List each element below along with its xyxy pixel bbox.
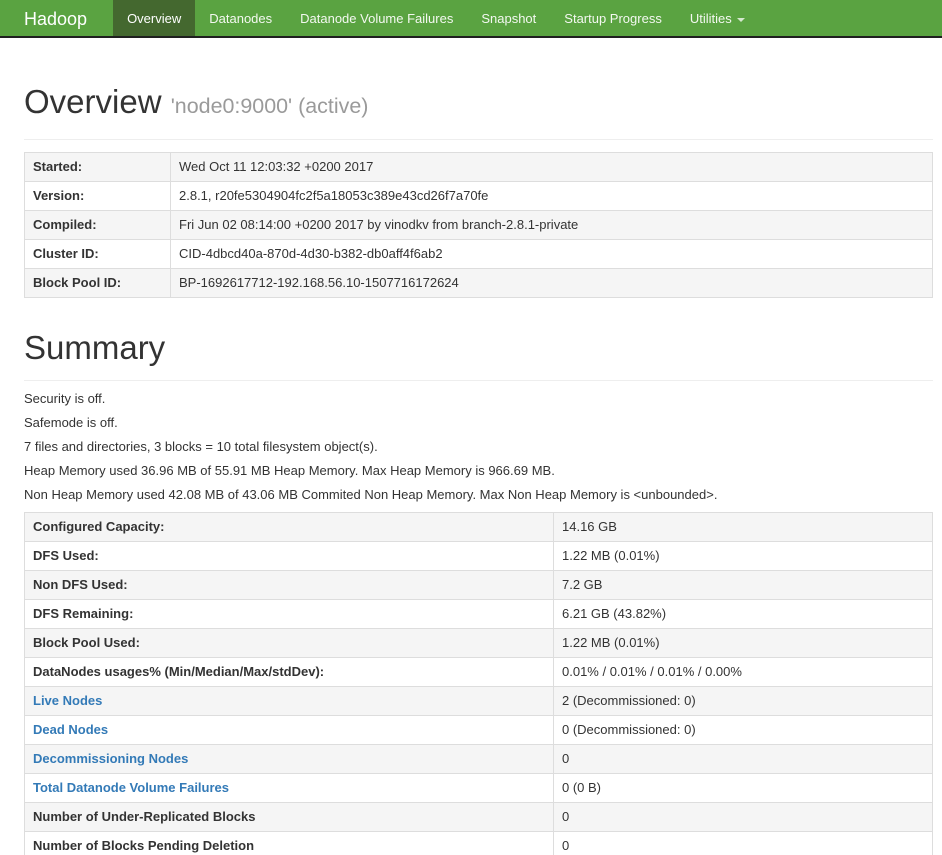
decommissioning-nodes-link[interactable]: Decommissioning Nodes <box>33 751 188 766</box>
row-label: Version: <box>24 181 171 211</box>
row-label: Block Pool Used: <box>24 628 554 658</box>
table-row: Compiled: Fri Jun 02 08:14:00 +0200 2017… <box>24 210 933 240</box>
security-status-text: Security is off. <box>24 391 106 406</box>
safemode-status-text: Safemode is off. <box>24 415 118 430</box>
row-label: Configured Capacity: <box>24 512 554 542</box>
dead-nodes-link[interactable]: Dead Nodes <box>33 722 108 737</box>
row-value: 0 <box>553 744 933 774</box>
nav-items: Overview Datanodes Datanode Volume Failu… <box>113 0 759 36</box>
row-label: DFS Remaining: <box>24 599 554 629</box>
row-value: 0.01% / 0.01% / 0.01% / 0.00% <box>553 657 933 687</box>
table-row: Live Nodes 2 (Decommissioned: 0) <box>24 686 933 716</box>
table-row: Dead Nodes 0 (Decommissioned: 0) <box>24 715 933 745</box>
live-nodes-link[interactable]: Live Nodes <box>33 693 102 708</box>
row-value: 0 <box>553 802 933 832</box>
row-value: 6.21 GB (43.82%) <box>553 599 933 629</box>
row-value: Fri Jun 02 08:14:00 +0200 2017 by vinodk… <box>170 210 933 240</box>
row-value: 7.2 GB <box>553 570 933 600</box>
overview-table: Started: Wed Oct 11 12:03:32 +0200 2017 … <box>24 152 933 298</box>
table-row: Block Pool ID: BP-1692617712-192.168.56.… <box>24 268 933 298</box>
nav-tab-snapshot[interactable]: Snapshot <box>467 0 550 36</box>
table-row: DFS Remaining: 6.21 GB (43.82%) <box>24 599 933 629</box>
table-row: Cluster ID: CID-4dbcd40a-870d-4d30-b382-… <box>24 239 933 269</box>
divider <box>24 139 933 140</box>
table-row: Started: Wed Oct 11 12:03:32 +0200 2017 <box>24 152 933 182</box>
table-row: DFS Used: 1.22 MB (0.01%) <box>24 541 933 571</box>
table-row: Number of Under-Replicated Blocks 0 <box>24 802 933 832</box>
table-row: Configured Capacity: 14.16 GB <box>24 512 933 542</box>
summary-title: Summary <box>24 329 166 366</box>
row-value: Wed Oct 11 12:03:32 +0200 2017 <box>170 152 933 182</box>
row-label: Dead Nodes <box>24 715 554 745</box>
row-value: 0 (0 B) <box>553 773 933 803</box>
row-label: Decommissioning Nodes <box>24 744 554 774</box>
row-value: BP-1692617712-192.168.56.10-150771617262… <box>170 268 933 298</box>
utilities-label: Utilities <box>689 11 732 26</box>
heap-memory-text: Heap Memory used 36.96 MB of 55.91 MB He… <box>24 463 555 478</box>
row-label: Total Datanode Volume Failures <box>24 773 554 803</box>
row-label: Cluster ID: <box>24 239 171 269</box>
row-label: Non DFS Used: <box>24 570 554 600</box>
row-label: Live Nodes <box>24 686 554 716</box>
row-value: 1.22 MB (0.01%) <box>553 541 933 571</box>
table-row: Block Pool Used: 1.22 MB (0.01%) <box>24 628 933 658</box>
nav-tab-overview[interactable]: Overview <box>113 0 196 36</box>
page-title: Overview 'node0:9000' (active) <box>24 84 933 124</box>
overview-title-text: Overview <box>24 83 162 120</box>
table-row: Number of Blocks Pending Deletion 0 <box>24 831 933 855</box>
row-value: 0 (Decommissioned: 0) <box>553 715 933 745</box>
row-value: 14.16 GB <box>553 512 933 542</box>
table-row: Non DFS Used: 7.2 GB <box>24 570 933 600</box>
caret-down-icon <box>736 17 745 22</box>
table-row: Version: 2.8.1, r20fe5304904fc2f5a18053c… <box>24 181 933 211</box>
table-row: Total Datanode Volume Failures 0 (0 B) <box>24 773 933 803</box>
hadoop-brand[interactable]: Hadoop <box>24 0 113 36</box>
table-row: DataNodes usages% (Min/Median/Max/stdDev… <box>24 657 933 687</box>
row-label: DataNodes usages% (Min/Median/Max/stdDev… <box>24 657 554 687</box>
row-value: 1.22 MB (0.01%) <box>553 628 933 658</box>
table-row: Decommissioning Nodes 0 <box>24 744 933 774</box>
row-value: 0 <box>553 831 933 855</box>
namenode-address-subtitle: 'node0:9000' (active) <box>170 94 369 118</box>
nav-dropdown-utilities[interactable]: Utilities <box>676 0 759 36</box>
summary-table: Configured Capacity: 14.16 GB DFS Used: … <box>24 512 933 855</box>
divider <box>24 380 933 381</box>
row-value: 2.8.1, r20fe5304904fc2f5a18053c389e43cd2… <box>170 181 933 211</box>
nav-tab-startup-progress[interactable]: Startup Progress <box>550 0 676 36</box>
row-label: Started: <box>24 152 171 182</box>
row-label: Block Pool ID: <box>24 268 171 298</box>
row-label: Number of Under-Replicated Blocks <box>24 802 554 832</box>
page-content: Overview 'node0:9000' (active) Started: … <box>0 84 942 855</box>
row-label: Number of Blocks Pending Deletion <box>24 831 554 855</box>
row-label: Compiled: <box>24 210 171 240</box>
row-value: 2 (Decommissioned: 0) <box>553 686 933 716</box>
row-value: CID-4dbcd40a-870d-4d30-b382-db0aff4f6ab2 <box>170 239 933 269</box>
top-navbar: Hadoop Overview Datanodes Datanode Volum… <box>0 0 942 38</box>
total-datanode-volume-failures-link[interactable]: Total Datanode Volume Failures <box>33 780 229 795</box>
non-heap-memory-text: Non Heap Memory used 42.08 MB of 43.06 M… <box>24 487 718 502</box>
row-label: DFS Used: <box>24 541 554 571</box>
nav-tab-datanodes[interactable]: Datanodes <box>195 0 286 36</box>
nav-tab-datanode-volume-failures[interactable]: Datanode Volume Failures <box>286 0 467 36</box>
filesystem-objects-text: 7 files and directories, 3 blocks = 10 t… <box>24 439 378 454</box>
